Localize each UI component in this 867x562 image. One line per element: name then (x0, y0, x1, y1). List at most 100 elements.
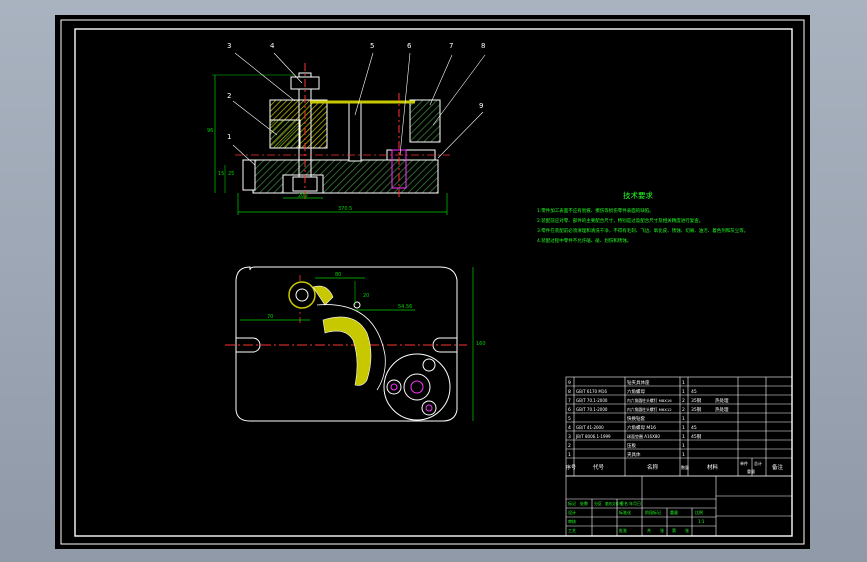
right-bracket (409, 99, 441, 143)
workpiece-arc (322, 316, 372, 386)
tb-label-std: 标准化 (619, 509, 631, 515)
dim-offset-left: 70 (267, 314, 273, 320)
base-body (252, 159, 439, 194)
cad-viewport[interactable]: 370.5 200 96 15 25 3 4 2 1 5 6 7 8 9 80 … (55, 15, 810, 549)
tb-scale-value: 1:1 (698, 519, 705, 524)
bom-row-3-name: 球面垫圈 A16X80 (627, 433, 660, 439)
cad-drawing: 370.5 200 96 15 25 3 4 2 1 5 6 7 8 9 80 … (60, 19, 805, 545)
bom-rows: 9 钻夹具体座 1 8 GB/T 6170 M16 六角螺母 1 45 7 GB… (566, 379, 784, 474)
tb-label-review: 审核 (568, 518, 576, 524)
bom-row-3-material: 45钢 (691, 433, 702, 440)
bom-row-8-name: 六角螺母 (627, 388, 645, 395)
dim-top-width: 80 (335, 272, 341, 278)
support-post (348, 102, 362, 162)
clamp-hatch-block (269, 119, 301, 149)
tb-label-sign: 签名 (620, 500, 628, 506)
bom-header-weight: 重量 (747, 468, 755, 474)
bom-row-7-name: 内六角圆柱头螺钉 M8X16 (627, 398, 672, 403)
bom-row-6-material: 35钢 (691, 406, 702, 413)
tb-label-count: 处数 (580, 500, 588, 506)
tb-label-craft: 工艺 (568, 528, 576, 533)
top-view: 80 20 70 54.56 160 (225, 266, 486, 422)
balloon-8: 8 (481, 42, 485, 50)
clamp-nut-inner (295, 288, 309, 302)
bom-header-single: 单件 (740, 460, 748, 466)
tb-label-sheets2: 张 (685, 527, 689, 533)
bom-row-8-material: 45 (691, 389, 697, 395)
tech-requirements: 技术要求 1.零件加工表面不应有划痕、擦伤等损伤零件表面的缺陷。 2.装配前应对… (537, 190, 748, 244)
base-flange (242, 159, 256, 191)
bom-header-code: 代号 (593, 463, 605, 471)
balloon-4: 4 (270, 42, 275, 50)
bom-row-8-qty: 1 (682, 389, 685, 395)
bom-header-material: 材料 (707, 463, 719, 471)
tech-title: 技术要求 (623, 190, 653, 200)
bom-row-9-no: 9 (568, 380, 571, 386)
bom-header-name: 名称 (647, 463, 659, 471)
clamp-arm (312, 285, 334, 306)
balloon-5: 5 (370, 42, 374, 50)
bom-row-4-qty: 1 (682, 425, 685, 431)
balloon-6: 6 (407, 42, 412, 50)
arc-envelope (316, 304, 386, 391)
bom-row-8-no: 8 (568, 389, 571, 395)
tb-label-date: 年月日 (629, 500, 641, 506)
bom-row-4-material: 45 (691, 425, 697, 431)
tb-label-stage: 阶段标记 (645, 509, 661, 515)
bom-row-4-code: GB/T 41-2000 (576, 425, 604, 430)
bom-header-total: 总计 (754, 460, 762, 466)
bom-row-1-name: 夹具体 (627, 451, 641, 458)
title-block (565, 475, 793, 537)
bom-row-8-code: GB/T 6170 M16 (576, 389, 607, 394)
bom-row-2-no: 2 (568, 443, 571, 449)
tb-label-mark: 标记 (568, 500, 576, 506)
bom-row-9-name: 钻夹具体座 (627, 379, 650, 386)
bom-row-7-no: 7 (568, 398, 571, 404)
tb-label-scale: 比例 (695, 509, 703, 515)
bom-row-1-qty: 1 (682, 452, 685, 458)
bushing-plate-circle (383, 353, 451, 421)
dim-base-h2: 25 (228, 171, 234, 177)
dim-bottom-width: 200 (298, 193, 308, 199)
tech-line-3: 3.零件在装配前必须清理和清洗干净，不得有毛刺、飞边、氧化皮、锈蚀、切屑、油污、… (537, 227, 748, 234)
bom-row-7-note: 热处理 (715, 397, 729, 404)
bom-row-7-qty: 2 (682, 398, 685, 404)
bom-header-note: 备注 (772, 463, 784, 471)
tech-line-2: 2.装配前应对零、部件的主要配合尺寸，特别是过盈配合尺寸及相关精度进行复查。 (537, 217, 703, 224)
bom-row-2-qty: 1 (682, 443, 685, 449)
bom-row-3-qty: 1 (682, 434, 685, 440)
bom-row-1-no: 1 (568, 452, 571, 458)
dim-height-right: 160 (476, 341, 486, 347)
balloon-2: 2 (227, 92, 231, 100)
tb-label-sheets1: 张 (660, 527, 664, 533)
tb-label-design: 设计 (568, 509, 576, 515)
tb-label-total: 共 (647, 527, 651, 533)
bom-row-6-no: 6 (568, 407, 571, 413)
tb-label-weight: 重量 (670, 509, 678, 515)
dim-overall-width: 370.5 (338, 206, 352, 212)
bom-row-4-name: 六角螺母 M16 (627, 424, 656, 431)
tb-label-approve: 批准 (619, 527, 627, 533)
bom-row-6-name: 内六角圆柱头螺钉 M6X12 (627, 407, 672, 412)
bom-row-6-qty: 2 (682, 407, 685, 413)
tb-label-zone: 分区 (594, 500, 602, 506)
balloon-9: 9 (479, 102, 483, 110)
tech-line-4: 4.装配过程中零件不允许磕、碰、划伤和锈蚀。 (537, 237, 631, 244)
dim-base-h1: 15 (218, 171, 224, 177)
bom-row-5-qty: 1 (682, 416, 685, 422)
front-view: 370.5 200 96 15 25 3 4 2 1 5 6 7 8 9 (207, 42, 485, 215)
bom-row-5-name: 快换钻套 (627, 415, 645, 422)
tb-label-sheet-no: 第 (672, 527, 676, 533)
bom-row-7-code: GB/T 70.1-2000 (576, 398, 608, 403)
bom-row-7-material: 35钢 (691, 397, 702, 404)
bom-row-6-code: GB/T 70.1-2000 (576, 407, 608, 412)
tech-line-1: 1.零件加工表面不应有划痕、擦伤等损伤零件表面的缺陷。 (537, 207, 654, 214)
balloon-7: 7 (449, 42, 453, 50)
bom-header-qty: 数量 (681, 464, 689, 470)
bom-row-9-qty: 1 (682, 380, 685, 386)
bom-header-no: 序号 (566, 464, 576, 471)
bom-row-6-note: 热处理 (715, 406, 729, 413)
bom-row-3-code: JB/T 8006.1-1999 (575, 434, 611, 439)
bom-row-5-no: 5 (568, 416, 571, 422)
dim-h-small: 20 (363, 293, 369, 299)
